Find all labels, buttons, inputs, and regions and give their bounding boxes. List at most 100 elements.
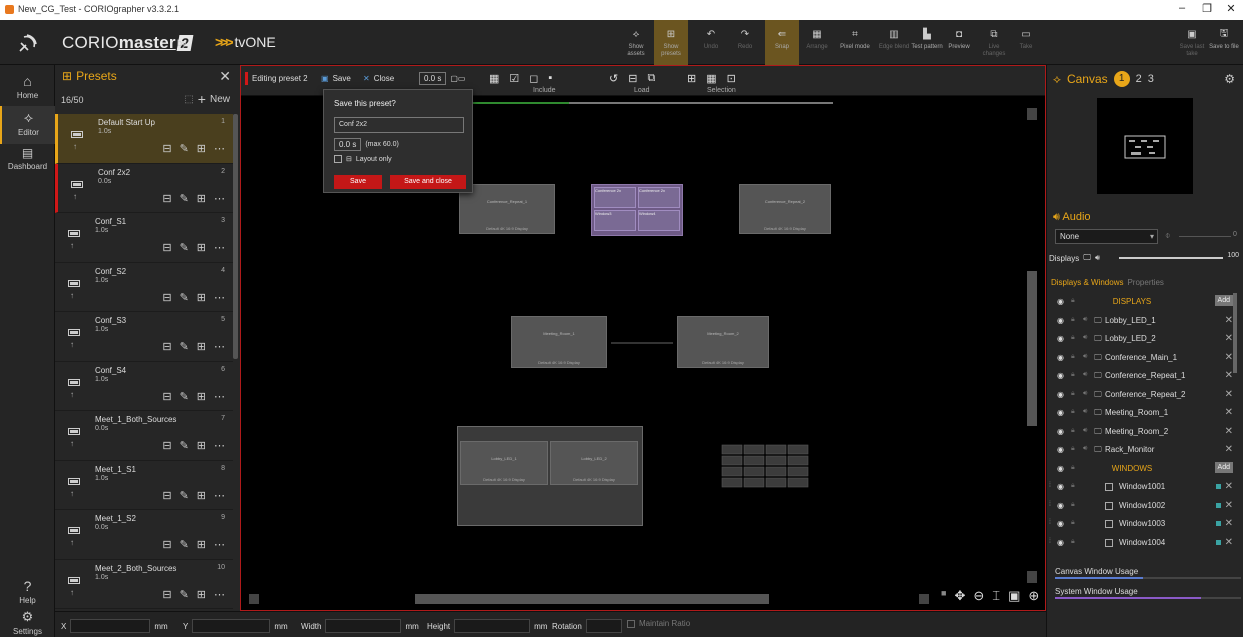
fit-screen-icon[interactable]: ▣ <box>1008 588 1020 604</box>
hscroll-thumb[interactable] <box>415 594 769 604</box>
load-preset-icon[interactable]: ⊟ <box>162 192 171 205</box>
include-fill-icon[interactable]: ▪ <box>548 72 552 84</box>
maximize-button[interactable]: ❐ <box>1195 2 1219 18</box>
save-preset-icon[interactable]: ⊞ <box>197 142 206 155</box>
lobby-led-1-display[interactable]: Lobby_LED_1 Default 4K 16:9 Display <box>460 441 548 485</box>
audio-source-select[interactable]: None ▾ <box>1055 229 1158 244</box>
redo-button[interactable]: ↷ Redo <box>728 20 762 65</box>
more-icon[interactable]: ⋯ <box>214 192 225 205</box>
save-preset-icon[interactable]: ⊞ <box>197 192 206 205</box>
layout-only-box[interactable] <box>334 155 342 163</box>
save-preset-icon[interactable]: ⊞ <box>197 538 206 551</box>
edit-pencil-icon[interactable]: ✎ <box>180 489 189 502</box>
nav-settings[interactable]: ⚙ Settings <box>0 609 55 636</box>
dialog-save-button[interactable]: Save <box>334 175 382 189</box>
window-row[interactable]: ⁞ ◉ 🔒︎ Window1003 ✕ <box>1047 515 1237 534</box>
save-preset-icon[interactable]: ⊞ <box>197 489 206 502</box>
load-preset-icon[interactable]: ⊟ <box>162 291 171 304</box>
edit-pencil-icon[interactable]: ✎ <box>180 192 189 205</box>
hscroll-right[interactable] <box>919 594 929 604</box>
nav-editor[interactable]: ⟡ Editor <box>0 106 55 144</box>
audio-icon[interactable]: 🔊︎ <box>1083 316 1087 324</box>
eye-icon[interactable]: ◉ <box>1057 519 1064 528</box>
hscroll-left[interactable] <box>249 594 259 604</box>
meeting-room-2-display[interactable]: Meeting_Room_2 Default 4K 16:9 Display <box>677 316 769 368</box>
show-presets-button[interactable]: ⊞ Show presets <box>654 20 688 65</box>
load-source-icon[interactable]: ⧉ <box>647 72 655 85</box>
display-row[interactable]: ◉ 🔒︎ 🔊︎ 🖵︎ Lobby_LED_1 ✕ <box>1047 312 1237 331</box>
tab-displays-windows[interactable]: Displays & Windows <box>1051 278 1123 287</box>
save-preset-icon[interactable]: ⊞ <box>197 291 206 304</box>
remove-display-icon[interactable]: ✕ <box>1225 315 1233 326</box>
lock-icon[interactable]: 🔒︎ <box>1071 316 1075 324</box>
display-row[interactable]: ◉ 🔒︎ 🔊︎ 🖵︎ Conference_Repeat_2 ✕ <box>1047 386 1237 405</box>
display-row[interactable]: ◉ 🔒︎ 🔊︎ 🖵︎ Rack_Monitor ✕ <box>1047 441 1237 460</box>
test-pattern-button[interactable]: ▙ Test pattern <box>910 20 944 65</box>
remove-display-icon[interactable]: ✕ <box>1225 426 1233 437</box>
add-window-button[interactable]: Add <box>1214 461 1233 473</box>
canvas-tab-1[interactable]: 1 <box>1113 71 1130 87</box>
drag-handle-icon[interactable]: ⁞ <box>1049 519 1051 526</box>
display-row[interactable]: ◉ 🔒︎ 🔊︎ 🖵︎ Meeting_Room_1 ✕ <box>1047 404 1237 423</box>
load-preset-icon[interactable]: ⊟ <box>162 390 171 403</box>
window-checkbox[interactable] <box>1105 483 1113 491</box>
save-preset-icon[interactable]: ⊞ <box>197 439 206 452</box>
window-checkbox[interactable] <box>1105 501 1113 510</box>
lock-icon[interactable]: 🔒︎ <box>1071 445 1075 453</box>
preset-item[interactable]: Conf_S1 3 1.0s ↑ ⊟ ✎ ⊞ ⋯ <box>55 213 233 263</box>
edit-pencil-icon[interactable]: ✎ <box>180 439 189 452</box>
pan-icon[interactable]: ✥ <box>954 588 965 604</box>
display-row[interactable]: ◉ 🔒︎ 🔊︎ 🖵︎ Conference_Main_1 ✕ <box>1047 349 1237 368</box>
more-icon[interactable]: ⋯ <box>214 142 225 155</box>
undo-button[interactable]: ↶ Undo <box>694 20 728 65</box>
window-checkbox[interactable] <box>1105 538 1113 547</box>
audio-icon[interactable]: 🔊︎ <box>1083 353 1087 361</box>
close-presets-button[interactable]: ✕ <box>219 68 231 85</box>
edge-blend-button[interactable]: ▥ Edge blend <box>877 20 911 65</box>
include-window-icon[interactable]: ◻ <box>529 72 538 85</box>
rack-monitor-display[interactable] <box>721 444 811 490</box>
edit-pencil-icon[interactable]: ✎ <box>180 588 189 601</box>
live-changes-button[interactable]: ⧉ Live changes <box>977 20 1011 65</box>
audio-icon[interactable]: 🔊︎ <box>1083 427 1087 435</box>
window-checkbox[interactable] <box>1105 520 1113 528</box>
lock-icon[interactable]: 🔒︎ <box>1071 371 1075 379</box>
save-preset-icon[interactable]: ⊞ <box>197 340 206 353</box>
lock-icon[interactable]: 🔒︎ <box>1071 519 1075 527</box>
drag-handle-icon[interactable]: ⁞ <box>1049 538 1051 545</box>
layout-only-checkbox[interactable]: ⊟ Layout only <box>334 155 392 163</box>
eye-icon[interactable]: ◉ <box>1057 390 1064 399</box>
edit-pencil-icon[interactable]: ✎ <box>180 241 189 254</box>
lock-icon[interactable]: 🔒︎ <box>1071 482 1075 490</box>
load-preset-icon[interactable]: ⊟ <box>162 588 171 601</box>
edit-pencil-icon[interactable]: ✎ <box>180 538 189 551</box>
y-input[interactable] <box>192 619 271 633</box>
conference-repeat-1-display[interactable]: Conference_Repeat_1 Default 4K 16:9 Disp… <box>459 184 555 234</box>
preset-item[interactable]: Conf_S2 4 1.0s ↑ ⊟ ✎ ⊞ ⋯ <box>55 263 233 312</box>
save-preset-icon[interactable]: ⊞ <box>197 588 206 601</box>
edit-pencil-icon[interactable]: ✎ <box>180 291 189 304</box>
eye-icon[interactable]: ◉ <box>1057 538 1064 547</box>
minimap-icon[interactable]: ■ <box>941 588 946 604</box>
preset-item[interactable]: Conf 2x2 2 0.0s ↑ ⊟ ✎ ⊞ ⋯ <box>55 163 233 213</box>
meeting-room-1-display[interactable]: Meeting_Room_1 Default 4K 16:9 Display <box>511 316 607 368</box>
add-display-button[interactable]: Add <box>1214 295 1233 306</box>
more-icon[interactable]: ⋯ <box>214 588 225 601</box>
x-input[interactable] <box>70 619 151 633</box>
edit-pencil-icon[interactable]: ✎ <box>180 390 189 403</box>
lock-icon[interactable]: 🔒︎ <box>1071 501 1075 509</box>
lobby-led-group[interactable]: Lobby_LED_1 Default 4K 16:9 Display Lobb… <box>457 426 643 526</box>
conf-main-window-1[interactable]: Conference 2x <box>594 187 636 208</box>
conference-main-display[interactable]: Conference 2x Conference 2x Window3 Wind… <box>591 184 683 236</box>
height-input[interactable] <box>454 619 531 633</box>
window-row[interactable]: ⁞ ◉ 🔒︎ Window1002 ✕ <box>1047 497 1237 516</box>
window-row[interactable]: ⁞ ◉ 🔒︎ Window1004 ✕ <box>1047 534 1237 553</box>
eye-icon[interactable]: ◉ <box>1057 371 1064 380</box>
edit-pencil-icon[interactable]: ✎ <box>180 340 189 353</box>
remove-display-icon[interactable]: ✕ <box>1225 352 1233 363</box>
save-preset-icon[interactable]: ⊞ <box>197 241 206 254</box>
eye-icon[interactable]: ◉ <box>1057 408 1064 417</box>
lock-icon[interactable]: 🔒︎ <box>1071 334 1075 342</box>
preset-item[interactable]: Conf_S4 6 1.0s ↑ ⊟ ✎ ⊞ ⋯ <box>55 362 233 411</box>
maintain-ratio-checkbox[interactable]: Maintain Ratio <box>627 619 690 628</box>
